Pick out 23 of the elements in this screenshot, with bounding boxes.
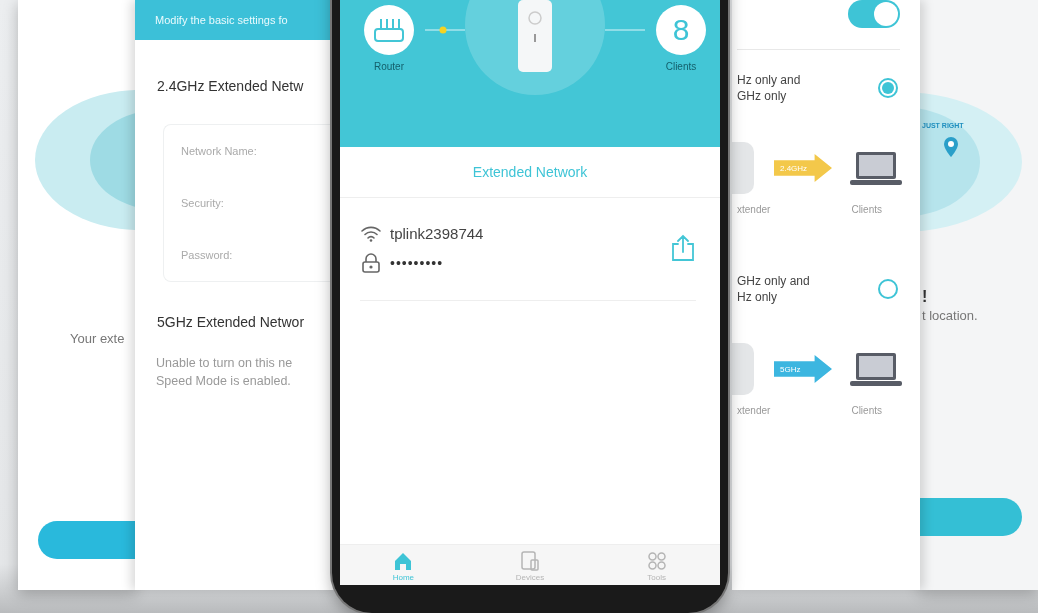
option-label: Hz only and GHz only bbox=[737, 72, 801, 104]
note-text: Unable to turn on this ne Speed Mode is enabled. bbox=[156, 355, 294, 390]
device-label: xtender bbox=[737, 405, 771, 416]
nav-tab[interactable]: Home bbox=[340, 545, 467, 585]
option-label: GHz only and Hz only bbox=[737, 273, 810, 305]
node-label: Clients bbox=[665, 61, 697, 72]
message-text: t location. bbox=[922, 308, 979, 323]
device-label: xtender bbox=[737, 204, 771, 215]
device-label: Clients bbox=[851, 204, 882, 215]
password-text: ••••••••• bbox=[390, 255, 444, 271]
network-name: tplink2398744 bbox=[390, 224, 484, 242]
client-count: 8 bbox=[672, 13, 690, 47]
device-label: Clients bbox=[851, 405, 882, 416]
field-label: Network Name: bbox=[181, 145, 258, 157]
section-title: Extended Network bbox=[472, 164, 588, 180]
heading-text: ! bbox=[922, 288, 929, 306]
section-title: 5GHz Extended Networ bbox=[157, 314, 306, 330]
field-label: Security: bbox=[181, 197, 225, 209]
field-label: Password: bbox=[181, 249, 234, 261]
section-title: 2.4GHz Extended Netw bbox=[157, 78, 305, 94]
message-text: Your exte bbox=[70, 331, 125, 346]
node-label: Router bbox=[374, 61, 404, 72]
nav-tab[interactable]: Tools bbox=[593, 545, 720, 585]
